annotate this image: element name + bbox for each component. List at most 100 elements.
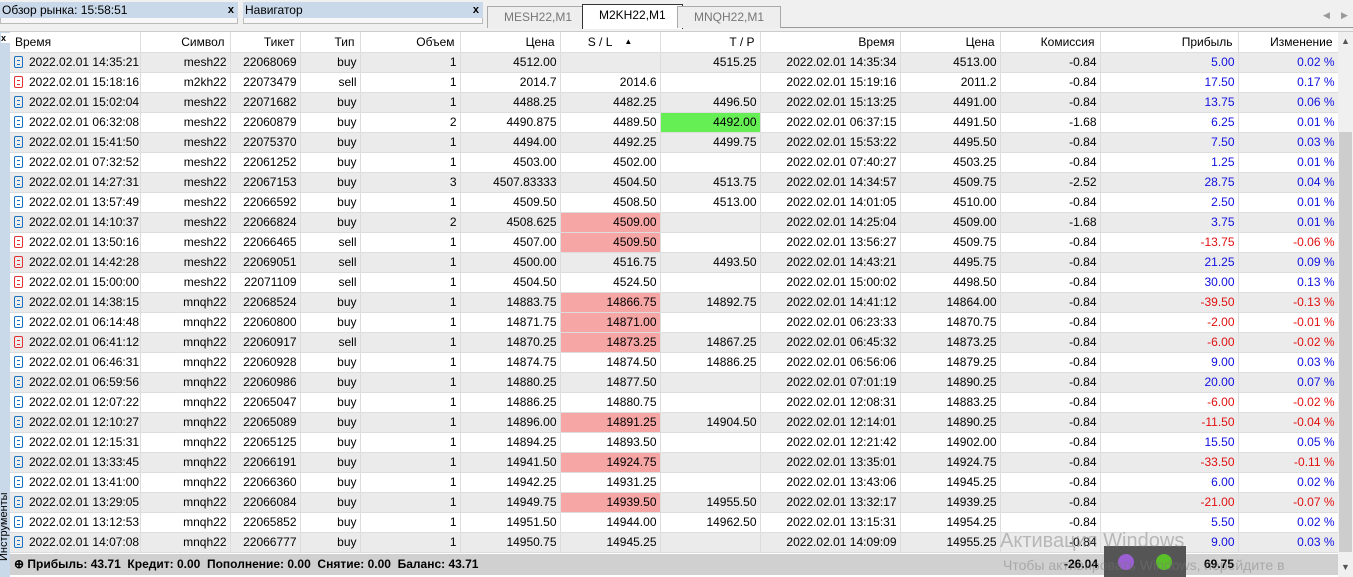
table-row[interactable]: 2022.02.01 12:07:22 mnqh22 22065047 buy 1 148… <box>10 392 1339 413</box>
table-row[interactable]: 2022.02.01 15:00:00 mesh22 22071109 sell 1 45… <box>10 272 1339 293</box>
cell-5: 4503.00 <box>460 152 561 173</box>
cell-value: 0.01 % <box>1297 215 1335 229</box>
tab-scroll-right-icon[interactable]: ▶ <box>1341 10 1348 21</box>
cell-value: 14962.50 <box>706 515 757 529</box>
table-row[interactable]: 2022.02.01 13:57:49 mesh22 22066592 buy 1 450… <box>10 192 1339 213</box>
table-row[interactable]: 2022.02.01 13:41:00 mnqh22 22066360 buy 1 149… <box>10 472 1339 493</box>
cell-value: 2022.02.01 12:10:27 <box>29 415 140 429</box>
cell-0: 2022.02.01 14:27:31 <box>10 172 141 193</box>
cell-8: 2022.02.01 12:08:31 <box>760 392 901 413</box>
table-row[interactable]: 2022.02.01 14:10:37 mesh22 22066824 buy 2 450… <box>10 212 1339 233</box>
cell-value: mesh22 <box>183 135 227 149</box>
cell-5: 4507.00 <box>460 232 561 253</box>
table-row[interactable]: 2022.02.01 15:02:04 mesh22 22071682 buy 1 448… <box>10 92 1339 113</box>
table-row[interactable]: 2022.02.01 12:15:31 mnqh22 22065125 buy 1 148… <box>10 432 1339 453</box>
table-row[interactable]: 2022.02.01 06:41:12 mnqh22 22060917 sell 1 14… <box>10 332 1339 353</box>
table-row[interactable]: 2022.02.01 14:42:28 mesh22 22069051 sell 1 45… <box>10 252 1339 273</box>
cell-value: 13.75 <box>1204 95 1235 109</box>
column-header[interactable]: S / L ▲ <box>560 32 661 53</box>
cell-7 <box>660 532 761 553</box>
cell-8: 2022.02.01 13:56:27 <box>760 232 901 253</box>
cell-3: sell <box>300 232 361 253</box>
cell-value: 4495.75 <box>953 255 997 269</box>
column-header[interactable]: Тикет <box>230 32 301 53</box>
cell-value: 2022.02.01 12:07:22 <box>29 395 140 409</box>
tab-scroll-left-icon[interactable]: ◀ <box>1323 10 1330 21</box>
cell-value: mnqh22 <box>183 475 227 489</box>
table-row[interactable]: 2022.02.01 14:27:31 mesh22 22067153 buy 3 450… <box>10 172 1339 193</box>
check-icon[interactable] <box>1156 554 1172 570</box>
table-row[interactable]: 2022.02.01 13:29:05 mnqh22 22066084 buy 1 149… <box>10 492 1339 513</box>
cell-7 <box>660 272 761 293</box>
column-header[interactable]: Прибыль <box>1100 32 1239 53</box>
cell-value: 4495.50 <box>953 135 997 149</box>
cell-6 <box>560 52 661 73</box>
close-market-watch-button[interactable]: x <box>228 2 234 18</box>
cell-6: 14891.25 <box>560 412 661 433</box>
table-row[interactable]: 2022.02.01 14:35:21 mesh22 22068069 buy 1 451… <box>10 52 1339 73</box>
table-row[interactable]: 2022.02.01 06:32:08 mesh22 22060879 buy 2 449… <box>10 112 1339 133</box>
cell-value: sell <box>338 255 357 269</box>
table-row[interactable]: 2022.02.01 12:10:27 mnqh22 22065089 buy 1 148… <box>10 412 1339 433</box>
cell-value: 22067153 <box>243 175 297 189</box>
column-header[interactable]: Изменение <box>1238 32 1339 53</box>
column-header[interactable]: T / P <box>660 32 761 53</box>
table-row[interactable]: 2022.02.01 06:59:56 mnqh22 22060986 buy 1 148… <box>10 372 1339 393</box>
cell-value: 1 <box>449 475 457 489</box>
column-header[interactable]: Тип <box>300 32 361 53</box>
table-row[interactable]: 2022.02.01 13:12:53 mnqh22 22065852 buy 1 149… <box>10 512 1339 533</box>
cell-value: 14950.75 <box>506 535 557 549</box>
buy-order-icon <box>14 476 23 488</box>
table-row[interactable]: 2022.02.01 06:46:31 mnqh22 22060928 buy 1 148… <box>10 352 1339 373</box>
cell-2: 22075370 <box>230 132 301 153</box>
close-navigator-button[interactable]: x <box>473 2 479 18</box>
cell-value: 4482.25 <box>613 95 657 109</box>
table-row[interactable]: 2022.02.01 13:50:16 mesh22 22066465 sell 1 45… <box>10 232 1339 253</box>
column-header[interactable]: Цена <box>460 32 561 53</box>
cell-value: -39.50 <box>1200 295 1235 309</box>
table-row[interactable]: 2022.02.01 06:14:48 mnqh22 22060800 buy 1 148… <box>10 312 1339 333</box>
table-row[interactable]: 2022.02.01 07:32:52 mesh22 22061252 buy 1 450… <box>10 152 1339 173</box>
cell-6: 14944.00 <box>560 512 661 533</box>
navigator-panel-header[interactable]: Навигатор x <box>243 2 483 18</box>
scrollbar-thumb[interactable] <box>1339 132 1352 552</box>
table-row[interactable]: 2022.02.01 13:33:45 mnqh22 22066191 buy 1 149… <box>10 452 1339 473</box>
expand-icon[interactable]: ⊕ <box>14 557 24 571</box>
cell-4: 1 <box>360 332 461 353</box>
cell-2: 22065125 <box>230 432 301 453</box>
table-row[interactable]: 2022.02.01 15:41:50 mesh22 22075370 buy 1 449… <box>10 132 1339 153</box>
cell-6: 14939.50 <box>560 492 661 513</box>
vertical-scrollbar[interactable]: ▲ ▼ <box>1338 32 1353 577</box>
feather-icon[interactable] <box>1118 554 1134 570</box>
cell-5: 4490.875 <box>460 112 561 133</box>
buy-order-icon <box>14 416 23 428</box>
cell-2: 22066777 <box>230 532 301 553</box>
cell-value: 1 <box>449 75 457 89</box>
column-header[interactable]: Объем <box>360 32 461 53</box>
chart-tab[interactable]: M2KH22,M1 <box>582 4 683 29</box>
cell-3: buy <box>300 152 361 173</box>
column-header[interactable]: Время <box>10 32 141 53</box>
cell-value: 4508.50 <box>613 195 657 209</box>
market-watch-title: Обзор рынка: 15:58:51 <box>2 3 128 17</box>
cell-2: 22066360 <box>230 472 301 493</box>
cell-value: 14894.25 <box>506 435 557 449</box>
toolbox-side-strip[interactable]: x Инструменты <box>0 32 10 577</box>
table-row[interactable]: 2022.02.01 14:38:15 mnqh22 22068524 buy 1 148… <box>10 292 1339 313</box>
market-watch-panel-header[interactable]: Обзор рынка: 15:58:51 x <box>0 2 238 18</box>
cell-value: 14873.25 <box>606 335 657 349</box>
chart-tab[interactable]: MNQH22,M1 <box>677 6 782 28</box>
cell-value: 2022.02.01 14:35:34 <box>786 55 897 69</box>
column-header[interactable]: Цена <box>900 32 1001 53</box>
scroll-down-icon[interactable]: ▼ <box>1341 562 1350 572</box>
cell-value: 14867.25 <box>706 335 757 349</box>
scroll-up-icon[interactable]: ▲ <box>1341 36 1350 46</box>
column-header[interactable]: Символ <box>140 32 231 53</box>
column-header[interactable]: Время <box>760 32 901 53</box>
cell-value: mnqh22 <box>183 455 227 469</box>
table-row[interactable]: 2022.02.01 15:18:16 m2kh22 22073479 sell 1 20… <box>10 72 1339 93</box>
close-toolbox-button[interactable]: x <box>1 33 10 43</box>
column-header[interactable]: Комиссия <box>1000 32 1101 53</box>
chart-tab[interactable]: MESH22,M1 <box>487 6 590 28</box>
cell-value: 4509.00 <box>953 215 997 229</box>
